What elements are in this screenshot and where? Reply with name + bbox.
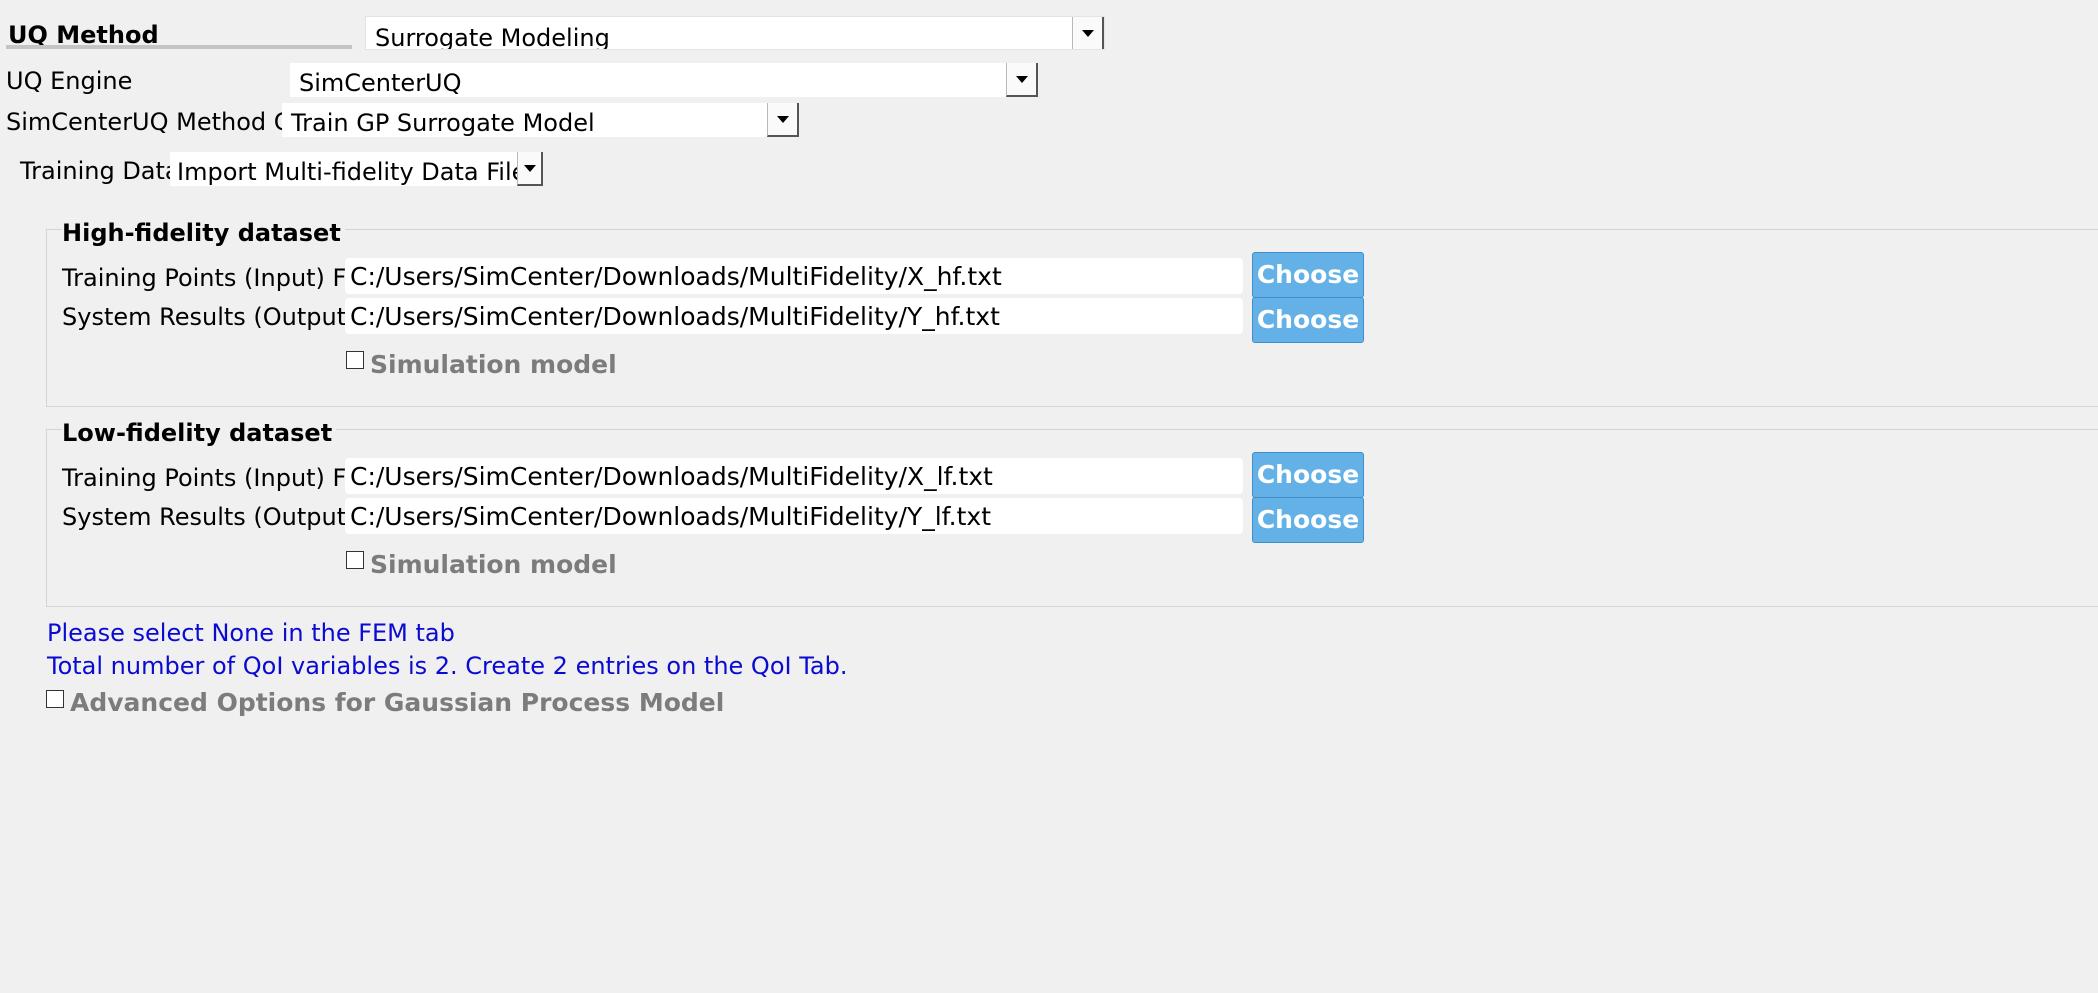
low-fidelity-title: Low-fidelity dataset bbox=[62, 421, 337, 445]
method-category-dropdown-button[interactable] bbox=[767, 103, 799, 137]
method-category-selected-value: Train GP Surrogate Model bbox=[291, 109, 595, 137]
lf-input-file-value: C:/Users/SimCenter/Downloads/MultiFideli… bbox=[350, 462, 993, 491]
lf-simulation-model-checkbox[interactable] bbox=[346, 551, 364, 569]
training-dataset-selected-value: Import Multi-fidelity Data File bbox=[177, 158, 527, 186]
uq-engine-label: UQ Engine bbox=[6, 67, 133, 95]
training-dataset-select[interactable]: Import Multi-fidelity Data File bbox=[170, 152, 543, 186]
lf-simulation-model-label: Simulation model bbox=[370, 550, 617, 579]
uq-method-dropdown-button[interactable] bbox=[1072, 17, 1104, 49]
uq-method-select[interactable]: Surrogate Modeling bbox=[365, 16, 1105, 50]
uq-method-heading: UQ Method bbox=[8, 21, 159, 49]
hf-input-file-value: C:/Users/SimCenter/Downloads/MultiFideli… bbox=[350, 262, 1002, 291]
hf-output-choose-button[interactable]: Choose bbox=[1252, 297, 1364, 343]
lf-output-file-field[interactable]: C:/Users/SimCenter/Downloads/MultiFideli… bbox=[345, 498, 1243, 534]
method-category-select[interactable]: Train GP Surrogate Model bbox=[282, 103, 799, 137]
high-fidelity-title: High-fidelity dataset bbox=[62, 221, 345, 245]
hf-simulation-model-checkbox[interactable] bbox=[346, 351, 364, 369]
hf-simulation-model-label: Simulation model bbox=[370, 350, 617, 379]
hf-input-file-label: Training Points (Input) File bbox=[62, 264, 373, 292]
uq-engine-dropdown-button[interactable] bbox=[1006, 63, 1038, 97]
lf-output-file-value: C:/Users/SimCenter/Downloads/MultiFideli… bbox=[350, 502, 992, 531]
chevron-down-icon bbox=[524, 165, 536, 172]
hf-output-file-value: C:/Users/SimCenter/Downloads/MultiFideli… bbox=[350, 302, 1000, 331]
lf-input-choose-button[interactable]: Choose bbox=[1252, 452, 1364, 498]
lf-input-file-field[interactable]: C:/Users/SimCenter/Downloads/MultiFideli… bbox=[345, 458, 1243, 494]
advanced-options-label: Advanced Options for Gaussian Process Mo… bbox=[70, 688, 725, 717]
advanced-options-checkbox[interactable] bbox=[46, 690, 64, 708]
hf-input-choose-button[interactable]: Choose bbox=[1252, 252, 1364, 298]
hf-input-file-field[interactable]: C:/Users/SimCenter/Downloads/MultiFideli… bbox=[345, 258, 1243, 294]
training-dataset-dropdown-button[interactable] bbox=[517, 152, 543, 186]
qoi-count-note: Total number of QoI variables is 2. Crea… bbox=[47, 652, 848, 680]
uq-engine-selected-value: SimCenterUQ bbox=[299, 69, 462, 97]
uq-method-selected-value: Surrogate Modeling bbox=[375, 24, 610, 50]
chevron-down-icon bbox=[777, 116, 789, 123]
chevron-down-icon bbox=[1016, 76, 1028, 83]
heading-underline bbox=[6, 45, 352, 49]
hf-output-file-field[interactable]: C:/Users/SimCenter/Downloads/MultiFideli… bbox=[345, 298, 1243, 334]
chevron-down-icon bbox=[1082, 30, 1094, 37]
uq-engine-select[interactable]: SimCenterUQ bbox=[290, 63, 1038, 97]
fem-tab-note: Please select None in the FEM tab bbox=[47, 619, 455, 647]
lf-input-file-label: Training Points (Input) File bbox=[62, 464, 373, 492]
lf-output-choose-button[interactable]: Choose bbox=[1252, 497, 1364, 543]
